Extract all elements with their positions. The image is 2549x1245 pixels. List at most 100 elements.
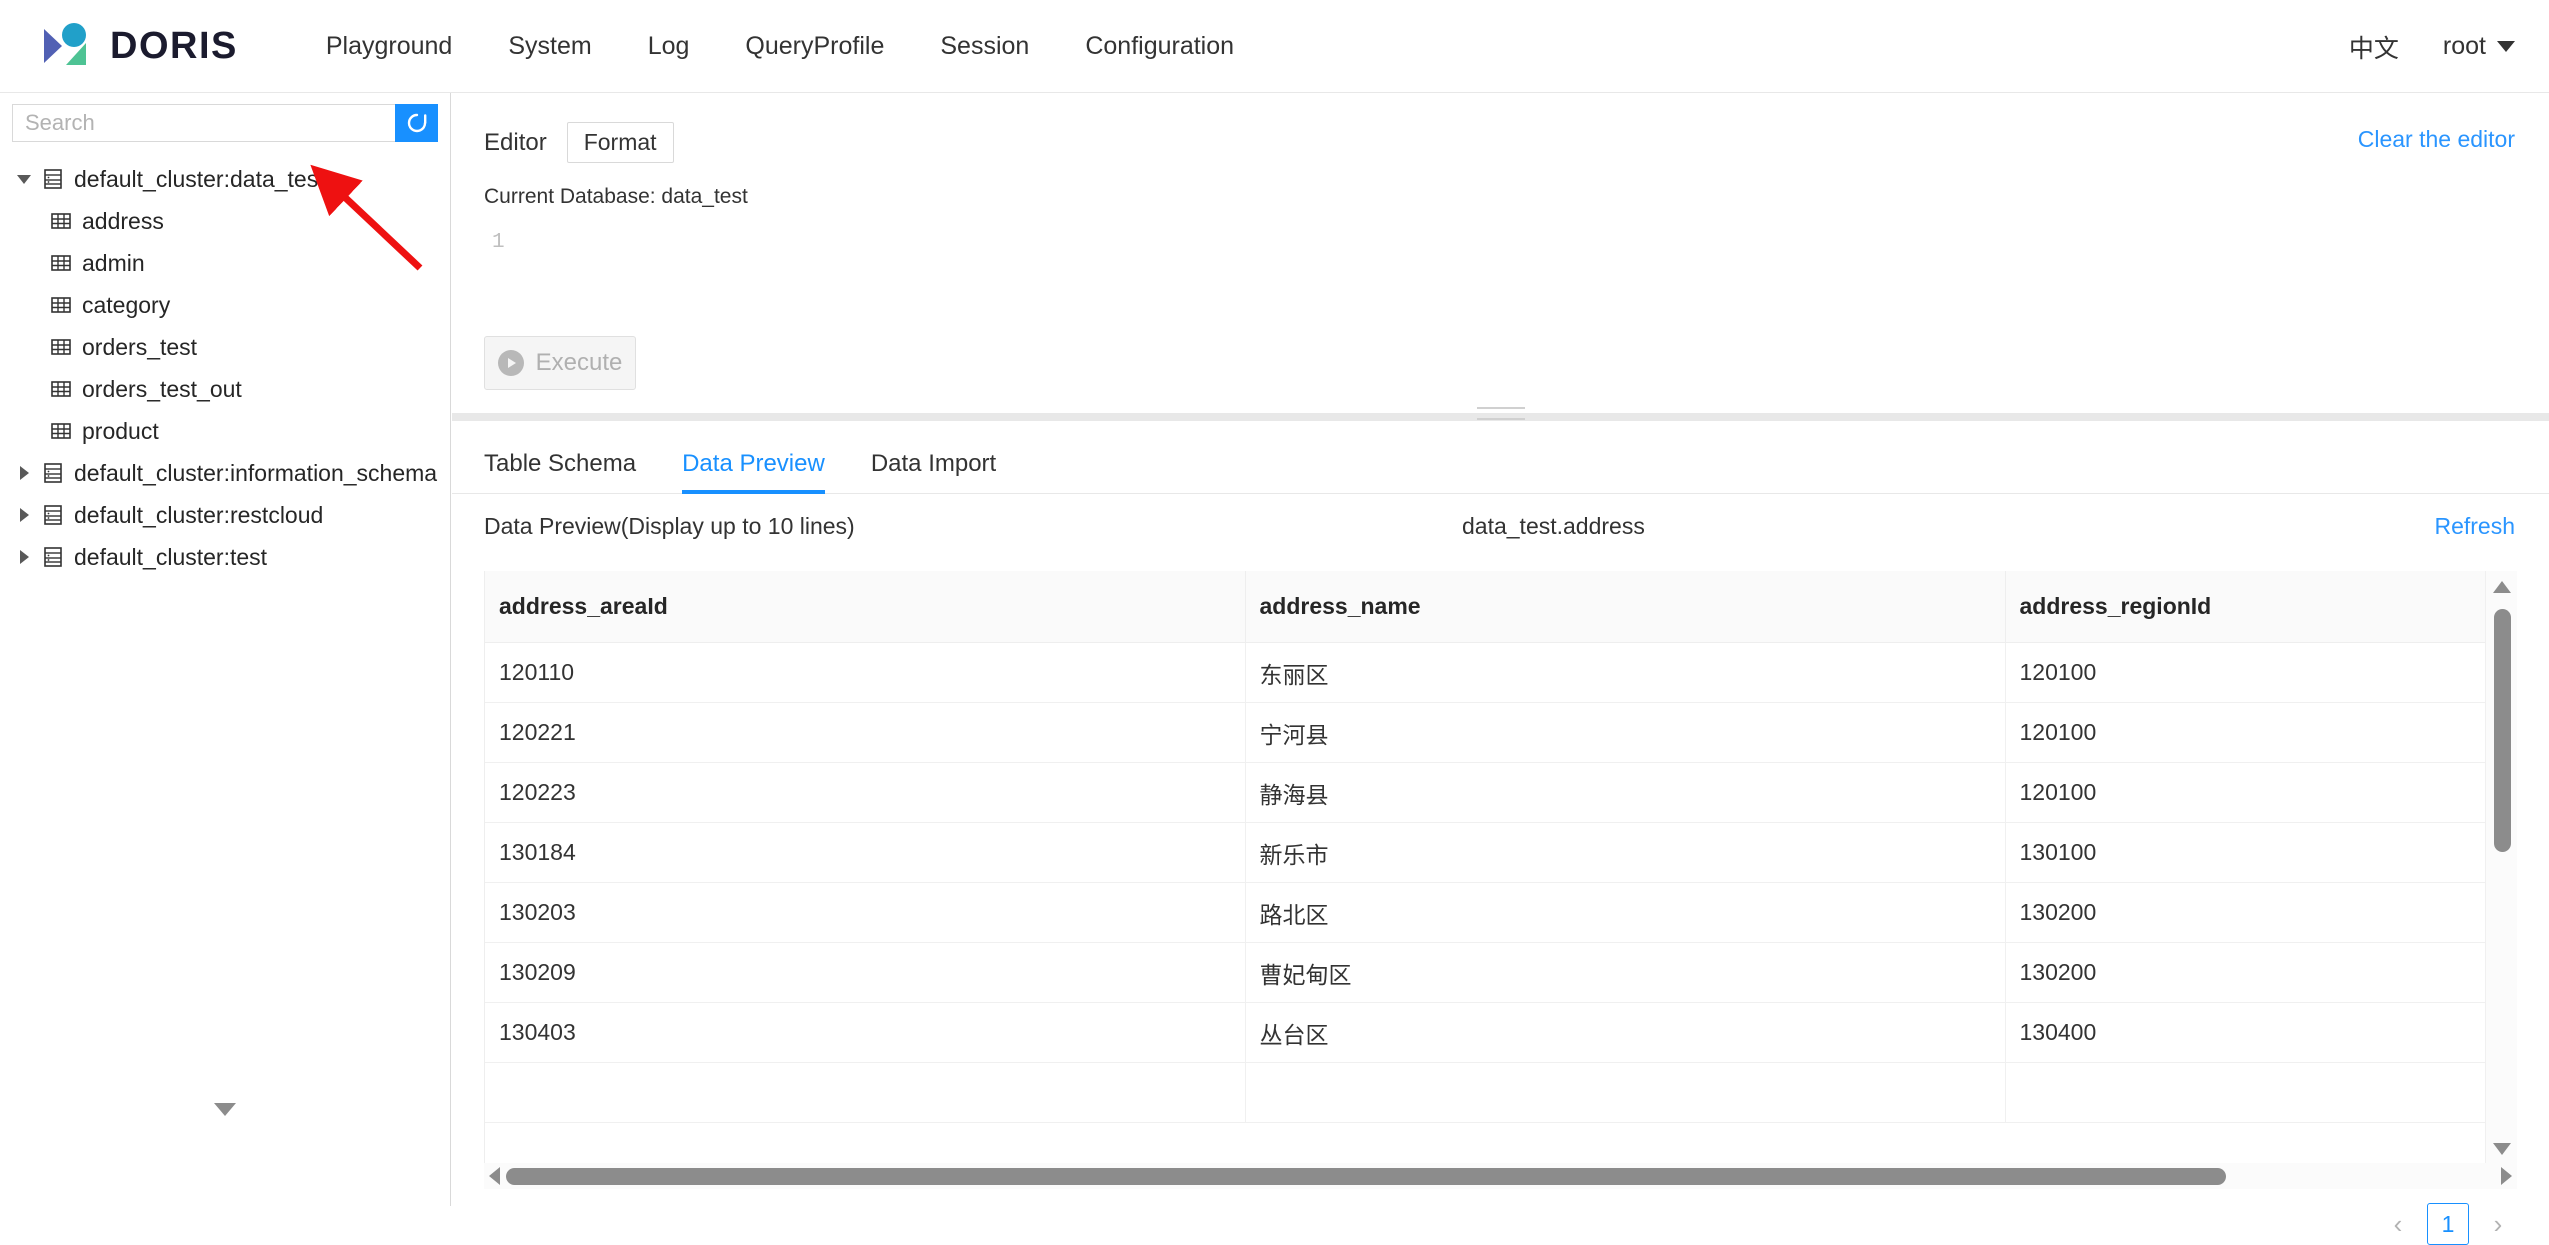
cell-address-name: 静海县 bbox=[1245, 762, 2006, 823]
sidebar-collapse-button[interactable] bbox=[0, 1103, 450, 1116]
top-navigation-bar: DORIS Playground System Log QueryProfile… bbox=[0, 0, 2549, 93]
cell-address-areaid: 120221 bbox=[485, 702, 1246, 763]
nav-right-group: 中文 root bbox=[2349, 0, 2515, 93]
preview-refresh-link[interactable]: Refresh bbox=[2434, 513, 2515, 540]
editor-label: Editor bbox=[484, 128, 547, 156]
table-icon bbox=[50, 420, 72, 442]
tree-node-table-orders-test[interactable]: orders_test bbox=[0, 326, 450, 368]
chevron-down-icon bbox=[214, 1103, 236, 1116]
column-header-address-name[interactable]: address_name bbox=[1245, 571, 2006, 643]
play-circle-icon bbox=[497, 350, 524, 376]
scroll-left-arrow-icon[interactable] bbox=[489, 1167, 500, 1185]
nav-item-system[interactable]: System bbox=[480, 32, 619, 61]
cell-address-regionid: 130100 bbox=[2005, 822, 2517, 883]
cell-address-regionid: 120100 bbox=[2005, 642, 2517, 703]
tree-node-label: default_cluster:information_schema bbox=[74, 459, 438, 486]
user-menu[interactable]: root bbox=[2443, 32, 2515, 61]
editor-line-number: 1 bbox=[492, 231, 505, 254]
cell-address-name: 宁河县 bbox=[1245, 702, 2006, 763]
expand-toggle-icon[interactable] bbox=[10, 466, 38, 480]
cell-address-regionid: 120100 bbox=[2005, 762, 2517, 823]
triangle-right-icon bbox=[19, 508, 29, 522]
column-header-address-regionid[interactable]: address_regionId bbox=[2005, 571, 2517, 643]
refresh-tree-button[interactable] bbox=[395, 104, 438, 142]
tree-node-table-admin[interactable]: admin bbox=[0, 242, 450, 284]
language-switch[interactable]: 中文 bbox=[2349, 29, 2399, 65]
table-row: 130209 曹妃甸区 130200 bbox=[485, 942, 2517, 1003]
tree-node-database-data-test[interactable]: default_cluster:data_test bbox=[0, 158, 450, 200]
table-icon bbox=[50, 294, 72, 316]
panel-splitter[interactable] bbox=[452, 407, 2549, 421]
cell-address-areaid: 120110 bbox=[485, 642, 1246, 703]
table-row: 130403 丛台区 130400 bbox=[485, 1002, 2517, 1063]
cell-address-name: 路北区 bbox=[1245, 882, 2006, 943]
nav-item-configuration[interactable]: Configuration bbox=[1057, 32, 1262, 61]
cell-address-name: 丛台区 bbox=[1245, 1002, 2006, 1063]
pagination-page-1[interactable]: 1 bbox=[2427, 1203, 2469, 1245]
tree-node-table-product[interactable]: product bbox=[0, 410, 450, 452]
nav-item-session[interactable]: Session bbox=[912, 32, 1057, 61]
result-tabs: Table Schema Data Preview Data Import bbox=[452, 430, 2549, 494]
column-header-address-areaid[interactable]: address_areaId bbox=[485, 571, 1246, 643]
cell-address-areaid bbox=[485, 1062, 1246, 1123]
table-row: 120223 静海县 120100 bbox=[485, 762, 2517, 823]
database-icon bbox=[42, 546, 64, 568]
cell-address-name: 曹妃甸区 bbox=[1245, 942, 2006, 1003]
cell-address-regionid: 130200 bbox=[2005, 882, 2517, 943]
tree-node-database-restcloud[interactable]: default_cluster:restcloud bbox=[0, 494, 450, 536]
clear-editor-link[interactable]: Clear the editor bbox=[2358, 126, 2515, 153]
table-vertical-scrollbar[interactable] bbox=[2485, 571, 2517, 1163]
nav-item-log[interactable]: Log bbox=[620, 32, 718, 61]
tree-node-table-orders-test-out[interactable]: orders_test_out bbox=[0, 368, 450, 410]
expand-toggle-icon[interactable] bbox=[10, 174, 38, 184]
sql-editor[interactable]: 1 bbox=[452, 231, 2549, 336]
tab-data-import[interactable]: Data Import bbox=[871, 450, 996, 493]
expand-toggle-icon[interactable] bbox=[10, 550, 38, 564]
scroll-right-arrow-icon[interactable] bbox=[2501, 1167, 2512, 1185]
preview-title: Data Preview(Display up to 10 lines) bbox=[484, 513, 855, 539]
horizontal-scroll-thumb[interactable] bbox=[506, 1167, 2226, 1185]
cell-address-regionid: 130400 bbox=[2005, 1002, 2517, 1063]
brand-name: DORIS bbox=[110, 24, 238, 67]
tree-node-label: default_cluster:data_test bbox=[74, 165, 325, 192]
pagination-next-button[interactable]: › bbox=[2483, 1209, 2513, 1240]
tree-node-label: category bbox=[82, 291, 171, 318]
search-input[interactable] bbox=[12, 104, 395, 142]
tree-node-label: address bbox=[82, 207, 164, 234]
nav-item-queryprofile[interactable]: QueryProfile bbox=[717, 32, 912, 61]
user-menu-label: root bbox=[2442, 32, 2486, 60]
main-content: Editor Format Clear the editor Current D… bbox=[452, 93, 2549, 1245]
tree-node-database-information-schema[interactable]: default_cluster:information_schema bbox=[0, 452, 450, 494]
pagination: ‹ 1 › bbox=[2383, 1203, 2513, 1245]
tree-node-table-category[interactable]: category bbox=[0, 284, 450, 326]
triangle-down-icon bbox=[17, 174, 31, 184]
tree-node-label: product bbox=[82, 417, 159, 444]
vertical-scroll-thumb[interactable] bbox=[2494, 609, 2511, 852]
tab-data-preview[interactable]: Data Preview bbox=[682, 450, 825, 494]
splitter-grip-icon bbox=[1476, 407, 1525, 427]
scroll-up-arrow-icon[interactable] bbox=[2493, 581, 2511, 593]
tab-table-schema[interactable]: Table Schema bbox=[484, 450, 636, 493]
table-horizontal-scrollbar[interactable] bbox=[484, 1163, 2517, 1189]
tree-node-label: orders_test_out bbox=[82, 375, 242, 402]
database-sidebar: default_cluster:data_test address admin … bbox=[0, 93, 451, 1206]
tree-node-database-test[interactable]: default_cluster:test bbox=[0, 536, 450, 578]
triangle-right-icon bbox=[19, 466, 29, 480]
execute-button[interactable]: Execute bbox=[484, 336, 636, 390]
cell-address-areaid: 130403 bbox=[485, 1002, 1246, 1063]
database-icon bbox=[42, 462, 64, 484]
nav-item-playground[interactable]: Playground bbox=[298, 32, 480, 61]
scroll-down-arrow-icon[interactable] bbox=[2493, 1143, 2511, 1155]
execute-button-label: Execute bbox=[535, 349, 623, 376]
brand-logo[interactable]: DORIS bbox=[36, 17, 238, 75]
pagination-prev-button[interactable]: ‹ bbox=[2383, 1209, 2413, 1240]
current-database-label: Current Database: data_test bbox=[484, 185, 748, 208]
data-preview-table-container: address_areaId address_name address_regi… bbox=[484, 571, 2517, 1163]
table-icon bbox=[50, 336, 72, 358]
expand-toggle-icon[interactable] bbox=[10, 508, 38, 522]
tree-node-table-address[interactable]: address bbox=[0, 200, 450, 242]
nav-items: Playground System Log QueryProfile Sessi… bbox=[298, 32, 1262, 61]
format-button[interactable]: Format bbox=[566, 122, 674, 163]
cell-address-areaid: 120223 bbox=[485, 762, 1246, 823]
doris-logo-icon bbox=[36, 17, 94, 75]
